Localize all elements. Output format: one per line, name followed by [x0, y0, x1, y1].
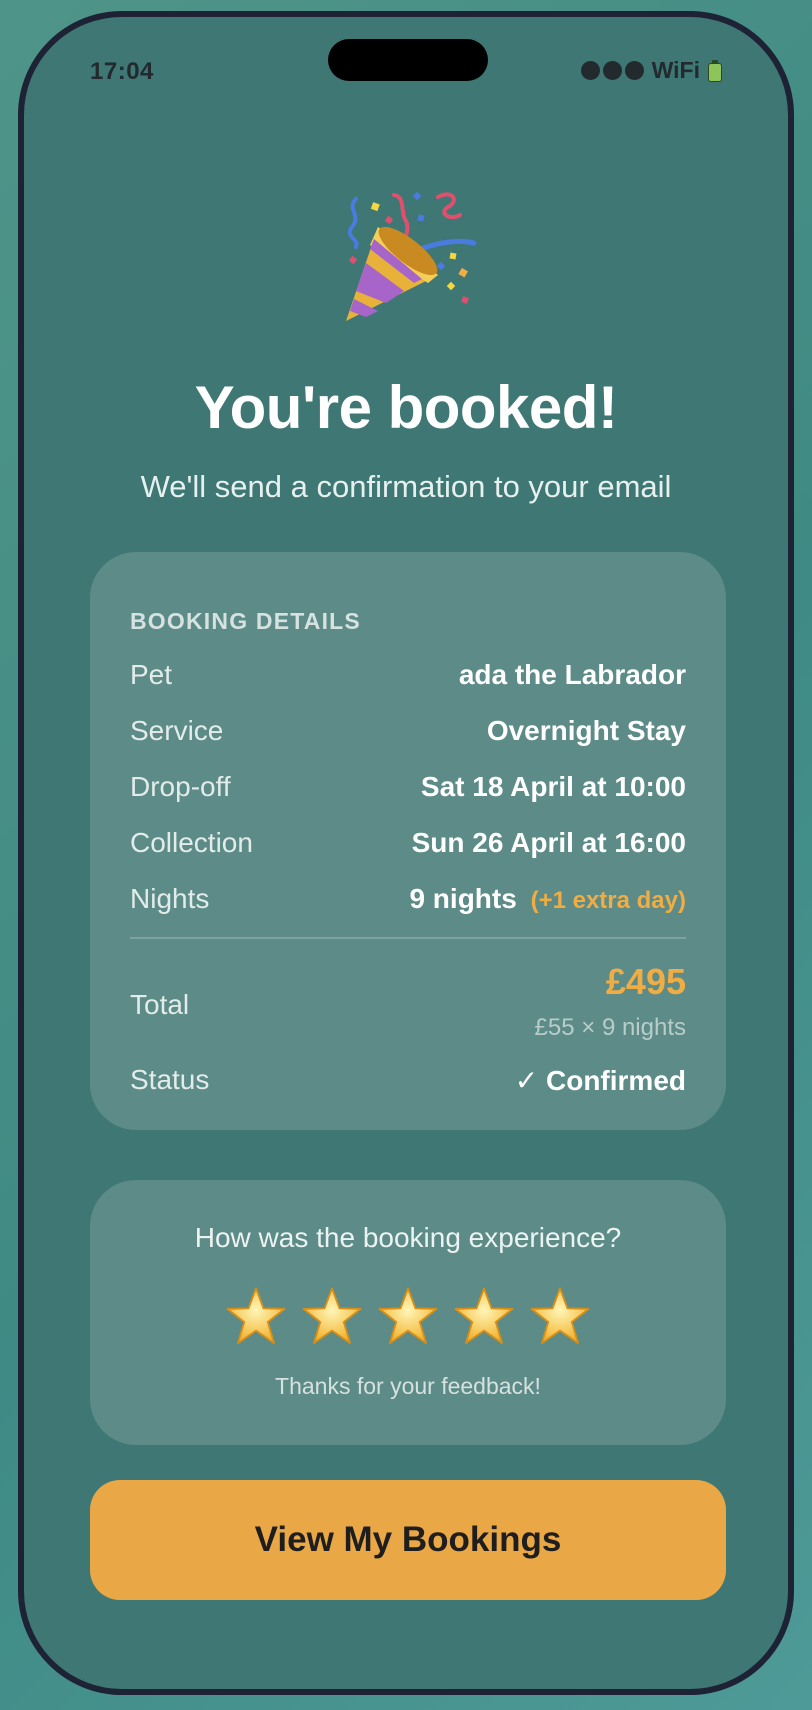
total-amount: £495	[605, 961, 686, 1002]
feedback-card: How was the booking experience? Thanks f…	[90, 1180, 726, 1445]
detail-row-nights: Nights 9 nights (+1 extra day)	[130, 879, 686, 919]
star-rating	[90, 1286, 726, 1348]
detail-row-service: Service Overnight Stay	[130, 711, 686, 751]
total-breakdown: £55 × 9 nights	[534, 1014, 686, 1041]
status-indicators: WiFi	[580, 57, 722, 84]
detail-value: Overnight Stay	[486, 715, 686, 746]
detail-label: Nights	[130, 883, 210, 914]
booking-details-card: BOOKING DETAILS Pet ada the Labrador Ser…	[90, 552, 726, 1130]
status-bar: 17:04 WiFi	[24, 17, 788, 117]
star-icon[interactable]	[301, 1286, 363, 1348]
extra-day-note: (+1 extra day)	[530, 887, 686, 914]
feedback-thanks: Thanks for your feedback!	[275, 1373, 541, 1399]
page-subtitle: We'll send a confirmation to your email	[140, 469, 672, 504]
detail-value: ada the Labrador	[458, 659, 686, 690]
signal-dots-icon	[580, 61, 644, 80]
booking-details-heading: BOOKING DETAILS	[130, 608, 361, 634]
star-icon[interactable]	[529, 1286, 591, 1348]
detail-row-drop-off: Drop-off Sat 18 April at 10:00	[130, 767, 686, 807]
divider	[130, 937, 686, 939]
detail-label: Collection	[130, 827, 253, 858]
detail-row-status: Status ✓ Confirmed	[130, 1060, 686, 1100]
star-icon[interactable]	[225, 1286, 287, 1348]
detail-value: Sat 18 April at 10:00	[420, 771, 686, 802]
total-label: Total	[130, 989, 190, 1020]
wifi-label: WiFi	[651, 57, 700, 83]
status-label: Status	[130, 1064, 210, 1095]
status-badge: ✓ Confirmed	[514, 1064, 686, 1096]
party-popper-icon	[346, 191, 477, 321]
detail-value: Sun 26 April at 16:00	[411, 827, 686, 858]
battery-icon	[708, 59, 722, 82]
detail-label: Service	[130, 715, 224, 746]
phone-screen: 17:04 WiFi You're booked! We'll send a c…	[18, 11, 794, 1695]
star-icon[interactable]	[377, 1286, 439, 1348]
dynamic-island	[328, 39, 488, 81]
nights-value: 9 nights	[409, 883, 517, 914]
detail-label: Pet	[130, 659, 173, 690]
detail-row-collection: Collection Sun 26 April at 16:00	[130, 823, 686, 863]
star-icon[interactable]	[453, 1286, 515, 1348]
view-my-bookings-button[interactable]: View My Bookings	[90, 1480, 726, 1600]
detail-label: Drop-off	[130, 771, 231, 802]
detail-row-pet: Pet ada the Labrador	[130, 655, 686, 695]
detail-value-group: 9 nights (+1 extra day)	[409, 883, 686, 915]
status-time: 17:04	[90, 58, 154, 85]
feedback-question: How was the booking experience?	[194, 1222, 622, 1253]
page-title: You're booked!	[194, 374, 618, 441]
